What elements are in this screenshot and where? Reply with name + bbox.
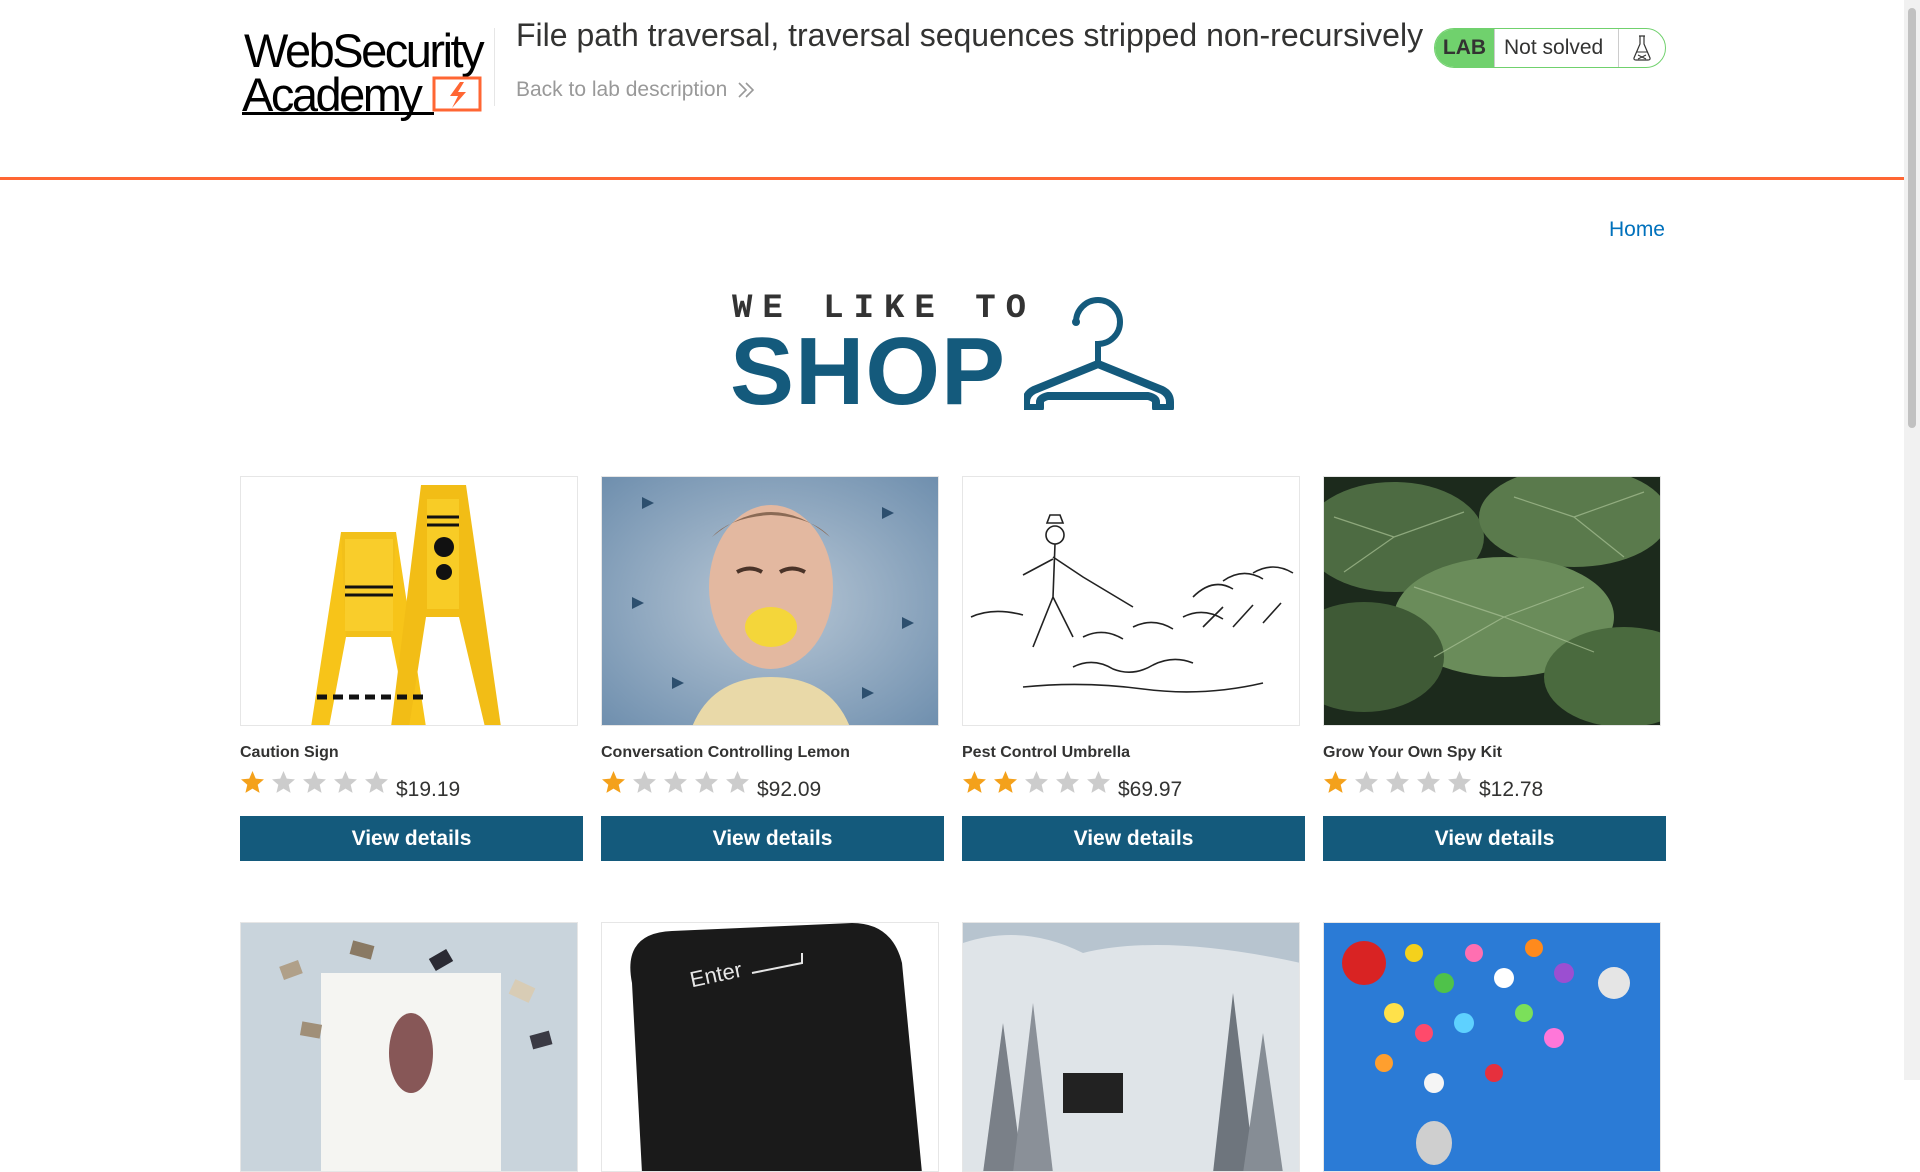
star-empty-icon — [1386, 771, 1409, 793]
star-empty-icon — [334, 771, 357, 793]
snowy-train-image — [963, 923, 1299, 1171]
product-image-umbrella — [962, 476, 1300, 726]
product-image-enter-key: Enter — [601, 922, 939, 1172]
product-image-train — [962, 922, 1300, 1172]
view-details-button[interactable]: View details — [1323, 816, 1666, 861]
star-empty-icon — [726, 771, 749, 793]
product-name: Pest Control Umbrella — [962, 744, 1131, 761]
star-filled-icon — [241, 771, 264, 793]
star-rating — [601, 770, 750, 795]
star-empty-icon — [664, 771, 687, 793]
view-details-button[interactable]: View details — [962, 816, 1305, 861]
star-filled-icon — [602, 771, 625, 793]
product-image-lemon — [601, 476, 939, 726]
header-divider — [494, 28, 495, 106]
view-details-button[interactable]: View details — [601, 816, 944, 861]
clothes-hanger-icon — [1024, 297, 1174, 410]
star-rating — [962, 770, 1111, 795]
web-security-academy-logo[interactable]: WebSecurity Academy — [240, 24, 490, 120]
view-details-button[interactable]: View details — [240, 816, 583, 861]
lab-status-text: Not solved — [1495, 29, 1619, 67]
vertical-scrollbar-thumb[interactable] — [1908, 8, 1916, 428]
star-rating — [240, 770, 389, 795]
product-name: Grow Your Own Spy Kit — [1323, 744, 1502, 761]
star-empty-icon — [633, 771, 656, 793]
star-empty-icon — [1355, 771, 1378, 793]
star-empty-icon — [695, 771, 718, 793]
shop-banner: WE LIKE TO SHOP — [730, 292, 1175, 420]
product-price: $19.19 — [396, 778, 461, 801]
star-empty-icon — [1448, 771, 1471, 793]
lemon-man-image — [602, 477, 938, 725]
star-empty-icon — [365, 771, 388, 793]
star-filled-icon — [994, 771, 1017, 793]
star-empty-icon — [1025, 771, 1048, 793]
top-navigation: Home — [1609, 218, 1665, 242]
lab-title: File path traversal, traversal sequences… — [516, 17, 1424, 53]
product-image-books — [240, 922, 578, 1172]
product-price: $12.78 — [1479, 778, 1544, 801]
star-empty-icon — [272, 771, 295, 793]
product-name: Caution Sign — [240, 744, 339, 761]
floating-books-image — [241, 923, 577, 1171]
caution-sign-image — [241, 477, 577, 725]
star-filled-icon — [1324, 771, 1347, 793]
star-rating — [1323, 770, 1472, 795]
star-empty-icon — [1056, 771, 1079, 793]
product-image-leaves — [1323, 476, 1661, 726]
enter-key-image: Enter — [602, 923, 938, 1171]
banner-title: SHOP — [730, 318, 1007, 425]
flask-icon-svg — [1633, 35, 1651, 61]
flask-icon[interactable] — [1619, 29, 1665, 67]
logo-lightning-icon — [432, 76, 482, 112]
product-name: Conversation Controlling Lemon — [601, 744, 850, 761]
product-image-caution-sign — [240, 476, 578, 726]
lab-badge: LAB — [1435, 29, 1495, 67]
back-link-label: Back to lab description — [516, 78, 728, 101]
star-empty-icon — [303, 771, 326, 793]
lab-status-widget: LAB Not solved — [1434, 28, 1666, 68]
back-to-lab-description-link[interactable]: Back to lab description — [516, 78, 755, 102]
star-empty-icon — [1087, 771, 1110, 793]
umbrella-sketch-image — [963, 477, 1299, 725]
home-link[interactable]: Home — [1609, 218, 1665, 241]
balloons-image — [1324, 923, 1660, 1171]
double-chevron-right-icon — [738, 82, 755, 98]
star-empty-icon — [1417, 771, 1440, 793]
product-price: $69.97 — [1118, 778, 1183, 801]
product-image-balloons — [1323, 922, 1661, 1172]
green-leaves-image — [1324, 477, 1660, 725]
logo-underline — [242, 112, 434, 115]
star-filled-icon — [963, 771, 986, 793]
academy-header: WebSecurity Academy File path traversal,… — [0, 0, 1904, 180]
product-price: $92.09 — [757, 778, 822, 801]
